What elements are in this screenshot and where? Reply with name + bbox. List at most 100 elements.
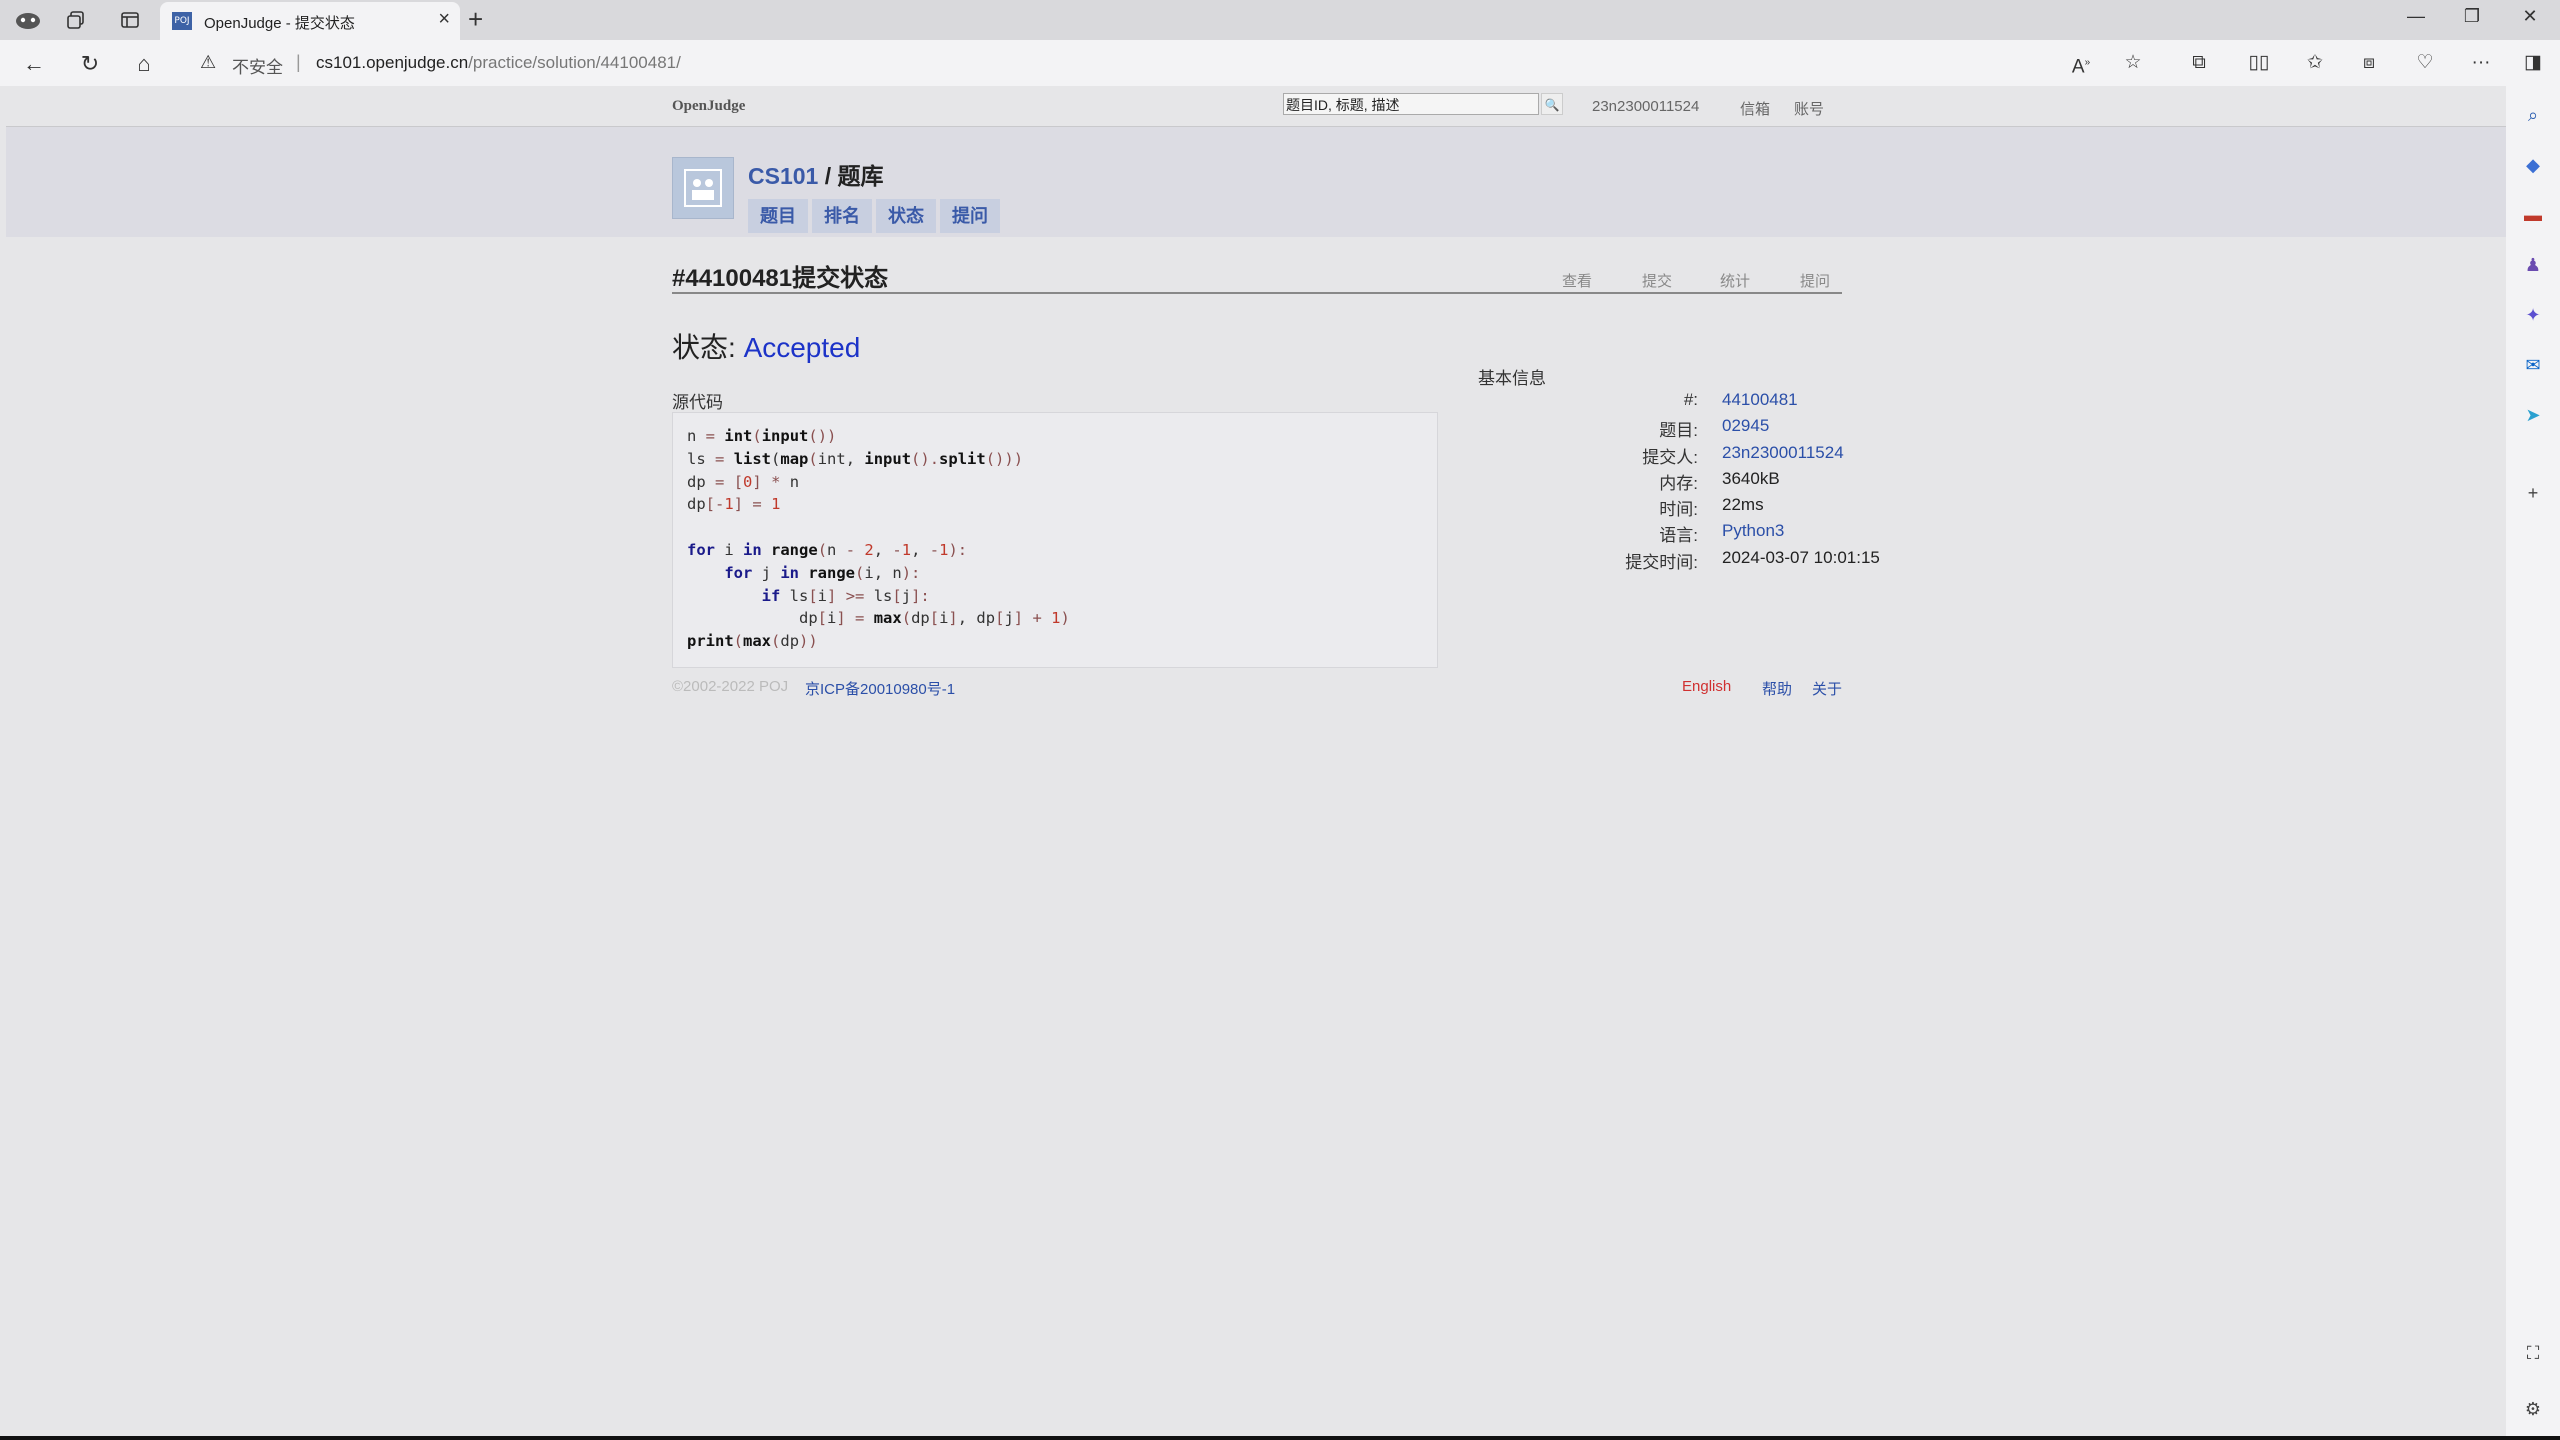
sidebar-toggle-icon[interactable]: ◨ — [2518, 50, 2548, 76]
info-row-time: 时间: 22ms — [1478, 495, 1978, 521]
url-field[interactable]: cs101.openjudge.cn/practice/solution/441… — [316, 53, 681, 73]
info-key: 语言: — [1659, 526, 1698, 545]
warning-icon[interactable]: ⚠ — [200, 52, 216, 73]
site-brand[interactable]: OpenJudge — [672, 98, 745, 115]
course-logo[interactable] — [672, 157, 734, 219]
subnav-view[interactable]: 查看 — [1562, 270, 1592, 291]
course-name-link[interactable]: CS101 — [748, 163, 818, 189]
search-icon[interactable]: ⌕ — [2520, 102, 2546, 128]
tab-ranking[interactable]: 排名 — [812, 199, 872, 233]
info-key: 提交时间: — [1625, 553, 1698, 572]
vertical-tabs-icon[interactable] — [116, 6, 144, 34]
extensions-icon[interactable]: ⧉ — [2184, 50, 2214, 76]
info-row-language: 语言: Python3 — [1478, 521, 1978, 547]
shopping-icon[interactable]: ◆ — [2520, 152, 2546, 178]
info-value: 2024-03-07 10:01:15 — [1722, 548, 1880, 567]
subnav-submit[interactable]: 提交 — [1642, 270, 1672, 291]
title-divider — [672, 292, 1842, 294]
active-tab[interactable]: POJ OpenJudge - 提交状态 × — [160, 2, 460, 40]
info-row-submit-time: 提交时间: 2024-03-07 10:01:15 — [1478, 548, 1978, 574]
telegram-icon[interactable]: ➤ — [2520, 402, 2546, 428]
info-key: #: — [1683, 390, 1698, 409]
info-value-link[interactable]: Python3 — [1722, 521, 1784, 541]
restore-icon[interactable]: ❐ — [2452, 6, 2492, 27]
page-title: #44100481提交状态 — [672, 265, 889, 292]
info-key: 题目: — [1659, 421, 1698, 440]
edge-sidebar: ⌕ ◆ ▬ ♟ ✦ ✉ ➤ + ⛶ ⚙ — [2506, 86, 2560, 1440]
account-link[interactable]: 账号 — [1794, 98, 1824, 119]
poj-favicon-icon: POJ — [172, 12, 192, 30]
info-key: 时间: — [1659, 500, 1698, 519]
favorites-icon[interactable]: ✩ — [2300, 50, 2330, 76]
icp-link[interactable]: 京ICP备20010980号-1 — [805, 678, 955, 699]
course-tabs: 题目 排名 状态 提问 — [748, 199, 1000, 233]
info-key: 提交人: — [1642, 448, 1698, 467]
minimize-icon[interactable]: — — [2396, 6, 2436, 27]
web-page: OpenJudge 题目ID, 标题, 描述 🔍 23n2300011524 信… — [6, 86, 2506, 1438]
info-value-link[interactable]: 02945 — [1722, 416, 1769, 436]
tab-title: OpenJudge - 提交状态 — [204, 15, 355, 32]
window-close-icon[interactable]: ✕ — [2510, 6, 2550, 27]
copyright-text: ©2002-2022 POJ — [672, 678, 789, 695]
close-tab-icon[interactable]: × — [438, 8, 450, 31]
info-row-submitter: 提交人: 23n2300011524 — [1478, 443, 1978, 469]
info-value-link[interactable]: 23n2300011524 — [1722, 443, 1844, 463]
info-row-memory: 内存: 3640kB — [1478, 469, 1978, 495]
new-tab-icon[interactable]: + — [468, 4, 483, 35]
info-key: 内存: — [1659, 474, 1698, 493]
status-value: Accepted — [743, 332, 861, 363]
bottom-border — [0, 1436, 2560, 1440]
subnav-ask[interactable]: 提问 — [1800, 270, 1830, 291]
profile-icon[interactable] — [14, 6, 42, 34]
source-code: n = int(input()) ls = list(map(int, inpu… — [687, 427, 1070, 651]
workspaces-icon[interactable] — [62, 6, 90, 34]
search-button-icon[interactable]: 🔍 — [1541, 93, 1563, 115]
insecure-label[interactable]: 不安全 — [232, 53, 283, 78]
site-top-nav: OpenJudge 题目ID, 标题, 描述 🔍 23n2300011524 信… — [6, 86, 2506, 127]
outlook-icon[interactable]: ✉ — [2520, 352, 2546, 378]
search-input[interactable]: 题目ID, 标题, 描述 — [1283, 93, 1539, 115]
info-value: 3640kB — [1722, 469, 1780, 488]
url-host: cs101.openjudge.cn — [316, 53, 469, 72]
course-header: CS101 / 题库 题目 排名 状态 提问 — [6, 127, 2506, 237]
url-separator: | — [296, 52, 301, 72]
browser-essentials-icon[interactable]: ♡ — [2410, 50, 2440, 76]
home-icon[interactable]: ⌂ — [128, 48, 160, 80]
collections-icon[interactable]: ⧈ — [2354, 50, 2384, 76]
info-value: 22ms — [1722, 495, 1764, 514]
more-menu-icon[interactable]: ··· — [2466, 50, 2496, 76]
tab-status[interactable]: 状态 — [876, 199, 936, 233]
user-link[interactable]: 23n2300011524 — [1592, 98, 1699, 115]
source-code-block: n = int(input()) ls = list(map(int, inpu… — [672, 412, 1438, 668]
tools-icon[interactable]: ▬ — [2520, 202, 2546, 228]
address-bar: ← ↻ ⌂ ⚠ 不安全 | cs101.openjudge.cn/practic… — [0, 40, 2560, 86]
back-icon[interactable]: ← — [18, 48, 50, 80]
tab-questions[interactable]: 提问 — [940, 199, 1000, 233]
english-link[interactable]: English — [1682, 678, 1731, 695]
status-label: 状态: — [672, 332, 744, 363]
copilot-icon[interactable]: ✦ — [2520, 302, 2546, 328]
settings-gear-icon[interactable]: ⚙ — [2520, 1396, 2546, 1422]
favorite-star-icon[interactable]: ☆ — [2118, 50, 2148, 76]
info-title: 基本信息 — [1478, 369, 1546, 388]
subnav-stats[interactable]: 统计 — [1720, 270, 1750, 291]
source-code-label: 源代码 — [672, 393, 723, 412]
help-link[interactable]: 帮助 — [1762, 678, 1792, 699]
add-sidebar-icon[interactable]: + — [2520, 480, 2546, 506]
read-aloud-icon[interactable]: A» — [2066, 50, 2096, 77]
mailbox-link[interactable]: 信箱 — [1740, 98, 1770, 119]
browser-tab-bar: POJ OpenJudge - 提交状态 × + — ❐ ✕ — [0, 0, 2560, 40]
screenshot-icon[interactable]: ⛶ — [2520, 1340, 2546, 1366]
url-path: /practice/solution/44100481/ — [468, 53, 681, 72]
info-row-problem: 题目: 02945 — [1478, 416, 1978, 442]
about-link[interactable]: 关于 — [1812, 678, 1842, 699]
split-screen-icon[interactable]: ▯▯ — [2244, 50, 2274, 76]
course-title: CS101 / 题库 — [748, 157, 884, 191]
info-value-link[interactable]: 44100481 — [1722, 390, 1798, 410]
tab-problems[interactable]: 题目 — [748, 199, 808, 233]
title-slash: / — [818, 163, 838, 189]
info-row-id: #: 44100481 — [1478, 390, 1978, 416]
games-icon[interactable]: ♟ — [2520, 252, 2546, 278]
status-line: 状态: Accepted — [672, 326, 860, 366]
refresh-icon[interactable]: ↻ — [74, 48, 106, 80]
